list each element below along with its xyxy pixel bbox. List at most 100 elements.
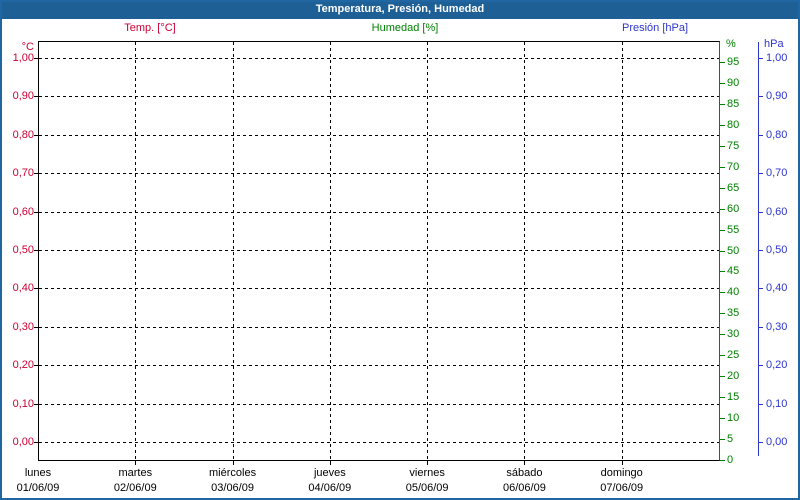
left-axis-tick-label: 0,70 (12, 167, 34, 180)
left-axis-tick (34, 288, 38, 290)
h-gridline (39, 365, 719, 367)
left-axis-tick-label: 0,90 (12, 90, 34, 103)
percent-axis-tick-label: 30 (727, 328, 740, 341)
percent-axis-tick (720, 418, 725, 420)
percent-axis-tick (720, 187, 725, 189)
x-axis-day-label: miércoles (209, 467, 257, 479)
percent-axis-tick (720, 103, 725, 105)
x-axis-day-label: domingo (600, 467, 643, 479)
hpa-axis-tick-label: 0,70 (766, 167, 788, 180)
left-axis-tick (34, 96, 38, 98)
percent-axis-tick (720, 460, 725, 461)
v-gridline (524, 42, 526, 460)
percent-axis-tick-label: 10 (727, 412, 740, 425)
percent-axis-tick-label: 35 (727, 307, 740, 320)
v-gridline (135, 42, 137, 460)
hpa-axis-tick-label: 0,30 (766, 320, 788, 333)
x-axis-date-label: 01/06/09 (16, 482, 60, 494)
percent-axis-tick (720, 397, 725, 399)
percent-axis-tick-label: 85 (727, 97, 740, 110)
left-axis-tick-label: 0,60 (12, 205, 34, 218)
x-axis-tick (524, 461, 526, 465)
percent-axis-tick (720, 271, 725, 273)
x-axis-date-label: 02/06/09 (113, 482, 157, 494)
x-axis-date-label: 04/06/09 (308, 482, 352, 494)
h-gridline (39, 326, 719, 328)
x-axis-date-label: 06/06/09 (503, 482, 546, 494)
h-gridline (39, 442, 719, 443)
v-gridline (232, 42, 234, 460)
left-axis-tick (34, 403, 38, 405)
percent-axis-tick-label: 20 (727, 370, 740, 383)
hpa-axis-tick-label: 0,50 (766, 244, 788, 256)
left-axis-tick (34, 442, 38, 443)
left-axis-tick-label: 0,00 (12, 436, 34, 448)
hpa-axis-tick-label: 0,80 (766, 128, 788, 141)
chart-window: Temperatura, Presión, Humedad Temp. [°C]… (0, 0, 800, 500)
percent-axis-tick-label: 25 (727, 349, 740, 362)
percent-axis-tick-label: 95 (727, 55, 740, 68)
hpa-axis-tick-label: 1,00 (766, 52, 788, 64)
percent-axis-tick (720, 355, 725, 357)
hpa-axis-tick-label: 0,40 (766, 282, 788, 295)
x-axis-day-label: jueves (313, 467, 346, 479)
v-gridline (621, 42, 623, 460)
h-gridline (39, 96, 719, 98)
percent-axis-tick-label: 80 (727, 118, 740, 131)
hpa-axis-line (758, 42, 759, 456)
percent-axis-tick-label: 15 (727, 391, 740, 404)
hpa-axis-tick-label: 0,00 (766, 436, 788, 448)
x-axis-tick (621, 461, 623, 465)
left-axis-tick (34, 58, 38, 59)
left-axis-tick (34, 326, 38, 328)
percent-axis-tick (720, 82, 725, 84)
left-axis-tick-label: 0,40 (12, 282, 34, 295)
h-gridline (39, 250, 719, 251)
x-axis-day-label: viernes (409, 467, 445, 479)
left-axis-tick-label: 0,50 (12, 244, 34, 256)
percent-axis-tick-label: 55 (727, 223, 740, 236)
left-axis-tick-label: 0,30 (12, 320, 34, 333)
percent-axis-tick (720, 208, 725, 210)
x-axis-tick (427, 461, 429, 465)
percent-axis-tick-label: 65 (727, 181, 740, 194)
percent-axis-tick-label: 70 (727, 160, 740, 173)
left-axis-tick (34, 173, 38, 175)
h-gridline (39, 403, 719, 405)
percent-axis-tick (720, 439, 725, 441)
x-axis-day-label: sábado (506, 467, 543, 479)
left-axis-tick-label: 0,10 (12, 397, 34, 410)
percent-axis-tick-label: 0 (727, 454, 734, 466)
left-axis-tick (34, 250, 38, 251)
h-gridline (39, 58, 719, 59)
x-axis-tick (329, 461, 331, 465)
x-axis-date-label: 03/06/09 (211, 482, 254, 494)
percent-axis-tick (720, 166, 725, 168)
left-axis-tick-label: 0,20 (12, 359, 34, 372)
hpa-axis-tick-label: 0,60 (766, 205, 788, 218)
v-gridline (329, 42, 331, 460)
h-gridline (39, 211, 719, 213)
x-axis-date-label: 05/06/09 (405, 482, 449, 494)
percent-axis-tick-label: 75 (727, 139, 740, 152)
h-gridline (39, 288, 719, 290)
percent-axis-tick (720, 334, 725, 336)
percent-axis-tick (720, 61, 725, 63)
percent-axis-tick-label: 5 (727, 433, 734, 446)
h-gridline (39, 134, 719, 136)
percent-axis-tick-label: 40 (727, 286, 740, 299)
percent-axis-tick (720, 250, 725, 252)
h-gridline (39, 173, 719, 175)
left-axis-tick (34, 134, 38, 136)
percent-axis-tick (720, 292, 725, 294)
x-axis-tick (135, 461, 137, 465)
plot-border (38, 41, 720, 461)
x-axis-day-label: martes (118, 467, 153, 479)
left-axis-tick-label: 1,00 (12, 52, 34, 64)
x-axis-day-label: lunes (24, 467, 52, 479)
percent-axis-tick (720, 313, 725, 315)
hpa-axis-tick-label: 0,90 (766, 90, 788, 103)
left-axis-tick-label: 0,80 (12, 128, 34, 141)
left-axis-tick (34, 365, 38, 367)
percent-axis-tick-label: 45 (727, 265, 740, 278)
